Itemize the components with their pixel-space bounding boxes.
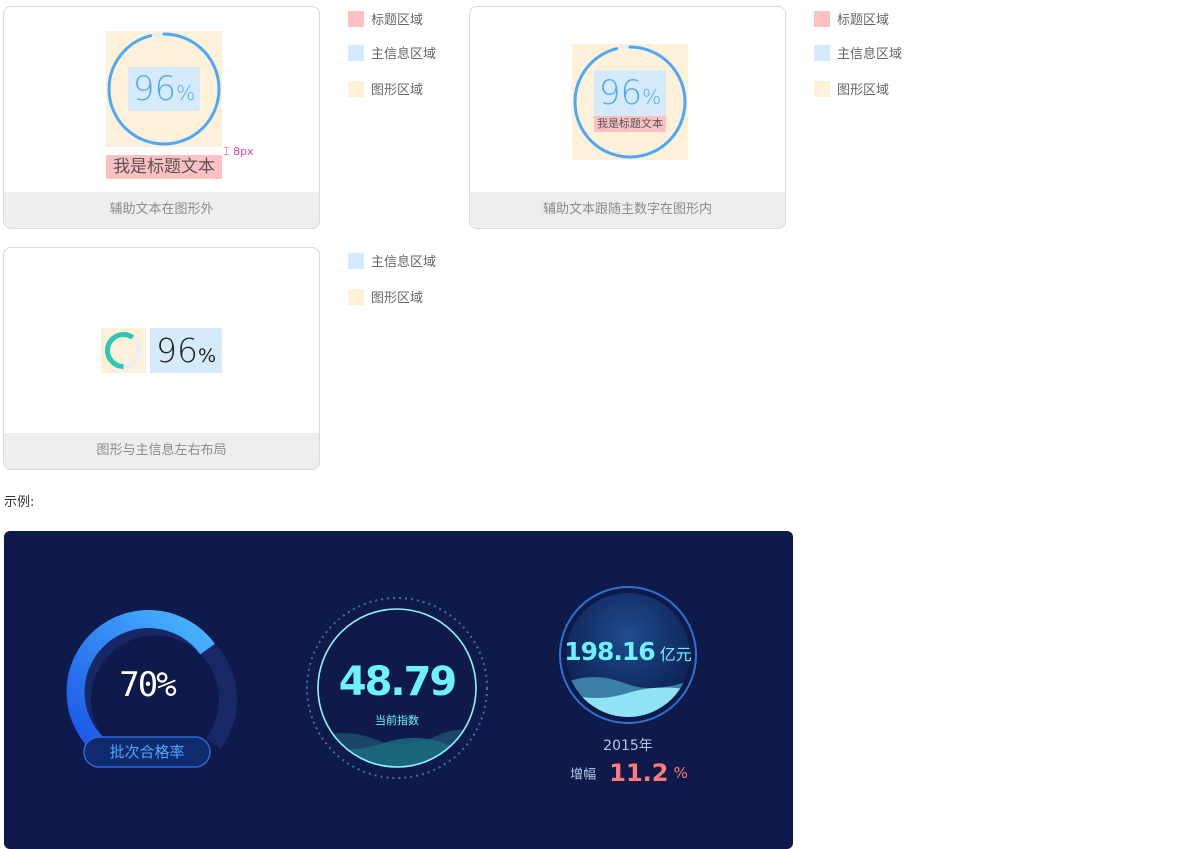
- number-unit: %: [197, 345, 217, 367]
- card-footer: 辅助文本跟随主数字在图形内: [470, 192, 785, 228]
- legend-item-graphic: 图形区域: [814, 79, 889, 98]
- main-number: 96%: [594, 70, 666, 116]
- legend-item-main: 主信息区域: [348, 251, 436, 270]
- gauge-label: 批次合格率: [109, 743, 185, 761]
- amount-value: 198.16: [564, 637, 655, 666]
- number-value: 96: [132, 69, 177, 109]
- spacing-value: 8px: [233, 145, 254, 158]
- title-text: 我是标题文本: [106, 155, 222, 179]
- number-value: 96: [598, 73, 643, 113]
- gauge-value: 70%: [119, 665, 176, 705]
- index-label: 当前指数: [375, 714, 419, 727]
- title-text: 我是标题文本: [594, 116, 666, 132]
- legend-item-main: 主信息区域: [348, 43, 436, 62]
- number-unit: %: [642, 85, 662, 109]
- growth-value: 11.2: [609, 759, 669, 787]
- number-value: 96: [155, 331, 198, 370]
- growth-unit: %: [673, 764, 688, 782]
- legend-item-graphic: 图形区域: [348, 79, 423, 98]
- title-swatch: [814, 10, 830, 27]
- main-number: 96%: [128, 67, 200, 111]
- example-label: 示例:: [4, 495, 35, 510]
- layout-card-outside-text: 96% 我是标题文本 ⌶ 8px 辅助文本在图形外: [3, 6, 320, 229]
- index-value: 48.79: [338, 659, 458, 705]
- main-number: 96%: [150, 328, 222, 373]
- main-swatch: [814, 44, 830, 61]
- graphic-swatch: [348, 288, 364, 305]
- main-swatch: [348, 44, 364, 61]
- legend-item-title: 标题区域: [814, 9, 889, 28]
- card-footer: 辅助文本在图形外: [4, 192, 319, 228]
- title-swatch: [348, 10, 364, 27]
- amount-value-row: 198.16 亿元: [564, 637, 692, 666]
- dashboard-example: 70% 批次合格率 48.79 当前指数 198.16 亿元 2015年 增幅 …: [4, 531, 793, 849]
- card-footer: 图形与主信息左右布局: [4, 433, 319, 469]
- amount-unit: 亿元: [659, 645, 692, 664]
- donut-ring: [105, 332, 142, 369]
- number-unit: %: [176, 81, 196, 105]
- legend-item-main: 主信息区域: [814, 43, 902, 62]
- graphic-swatch: [348, 80, 364, 97]
- layout-card-side-by-side: 96% 图形与主信息左右布局: [3, 247, 320, 470]
- amount-year: 2015年: [603, 738, 653, 754]
- legend-item-graphic: 图形区域: [348, 287, 423, 306]
- spacing-marker-icon: ⌶: [223, 145, 230, 158]
- legend-item-title: 标题区域: [348, 9, 423, 28]
- growth-row: 增幅 11.2 %: [564, 759, 694, 787]
- growth-label: 增幅: [570, 767, 597, 783]
- index-wave-front: [318, 737, 476, 767]
- layout-card-inside-text: 96% 我是标题文本 辅助文本跟随主数字在图形内: [469, 6, 786, 229]
- spacing-annotation: ⌶ 8px: [223, 145, 254, 159]
- main-swatch: [348, 252, 364, 269]
- graphic-swatch: [814, 80, 830, 97]
